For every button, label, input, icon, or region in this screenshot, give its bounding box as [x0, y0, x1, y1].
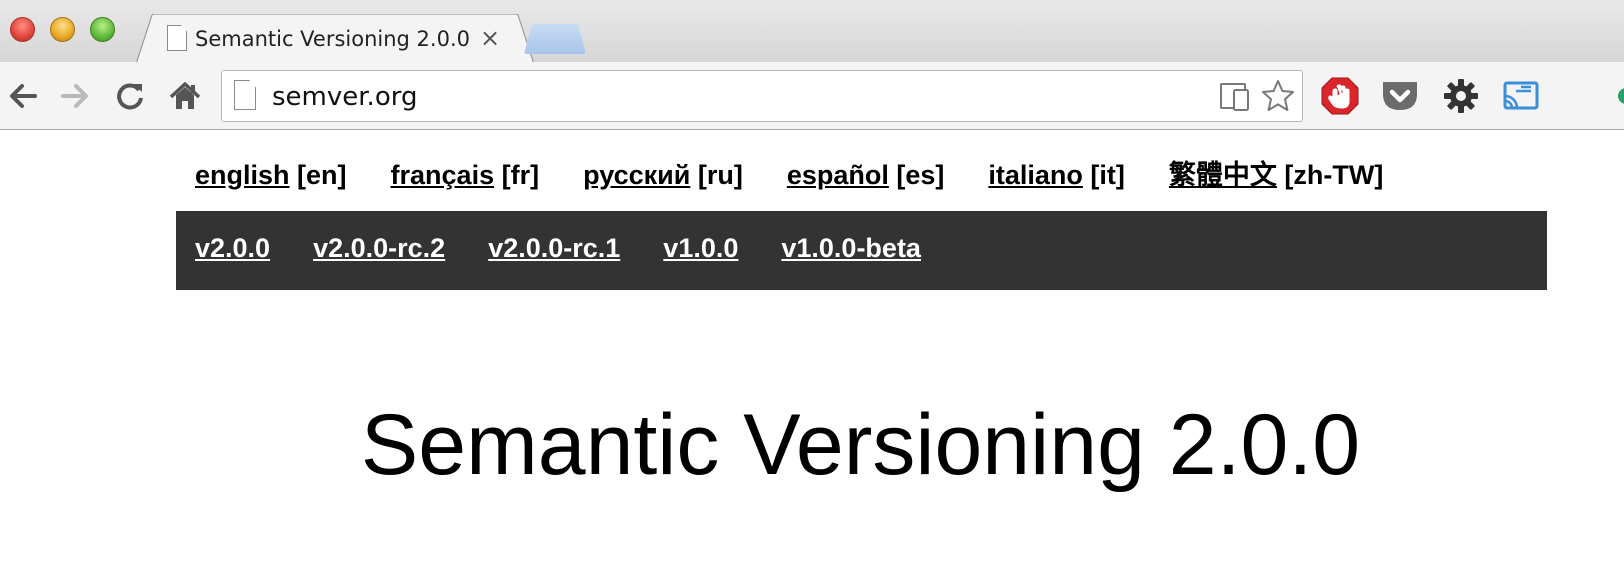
- language-selector: english [en] français [fr] русский [ru] esp…: [195, 153, 1427, 192]
- adblock-icon[interactable]: [1320, 76, 1360, 116]
- url-text[interactable]: semver.org: [272, 82, 417, 112]
- language-item-en: english [en]: [195, 160, 347, 191]
- language-link-it[interactable]: italiano: [988, 160, 1083, 190]
- language-link-en[interactable]: english: [195, 160, 290, 190]
- extension-icon-partial[interactable]: [1606, 76, 1624, 116]
- bookmark-star-icon[interactable]: [1260, 78, 1296, 114]
- zoom-window-button[interactable]: [90, 17, 115, 42]
- language-item-ru: русский [ru]: [583, 160, 743, 191]
- new-tab-button[interactable]: [524, 24, 586, 54]
- language-link-zh-tw[interactable]: 繁體中文: [1169, 160, 1277, 190]
- tab-close-icon[interactable]: ×: [480, 24, 500, 52]
- language-code: [es]: [896, 160, 945, 190]
- close-window-button[interactable]: [10, 17, 35, 42]
- settings-gear-icon[interactable]: [1441, 76, 1481, 116]
- tab-title: Semantic Versioning 2.0.0: [195, 27, 470, 51]
- version-link-v2-0-0[interactable]: v2.0.0: [195, 233, 270, 264]
- language-link-fr[interactable]: français: [391, 160, 495, 190]
- language-item-fr: français [fr]: [391, 160, 540, 191]
- language-item-es: español [es]: [787, 160, 945, 191]
- version-link-v2-0-0-rc-1[interactable]: v2.0.0-rc.1: [488, 233, 620, 264]
- cast-icon[interactable]: [1501, 76, 1541, 116]
- language-link-ru[interactable]: русский: [583, 160, 690, 190]
- pocket-icon[interactable]: [1380, 76, 1420, 116]
- reload-icon[interactable]: [112, 78, 148, 114]
- page-title: Semantic Versioning 2.0.0: [360, 397, 1361, 493]
- tab-page-icon: [167, 25, 187, 51]
- version-link-v2-0-0-rc-2[interactable]: v2.0.0-rc.2: [313, 233, 445, 264]
- home-icon[interactable]: [167, 78, 203, 114]
- back-icon[interactable]: [5, 78, 41, 114]
- language-code: [it]: [1090, 160, 1125, 190]
- version-link-v1-0-0-beta[interactable]: v1.0.0-beta: [781, 233, 921, 264]
- language-code: [zh-TW]: [1284, 160, 1384, 190]
- page-info-icon[interactable]: [234, 80, 256, 110]
- language-code: [ru]: [697, 160, 743, 190]
- version-link-v1-0-0[interactable]: v1.0.0: [663, 233, 738, 264]
- minimize-window-button[interactable]: [50, 17, 75, 42]
- version-nav: v2.0.0 v2.0.0-rc.2 v2.0.0-rc.1 v1.0.0 v1.0.0…: [195, 233, 964, 264]
- language-item-zh-tw: 繁體中文 [zh-TW]: [1169, 153, 1383, 192]
- device-mode-icon[interactable]: [1218, 78, 1254, 114]
- forward-icon[interactable]: [57, 78, 93, 114]
- language-item-it: italiano [it]: [988, 160, 1125, 191]
- language-code: [fr]: [501, 160, 540, 190]
- language-link-es[interactable]: español: [787, 160, 889, 190]
- language-code: [en]: [297, 160, 347, 190]
